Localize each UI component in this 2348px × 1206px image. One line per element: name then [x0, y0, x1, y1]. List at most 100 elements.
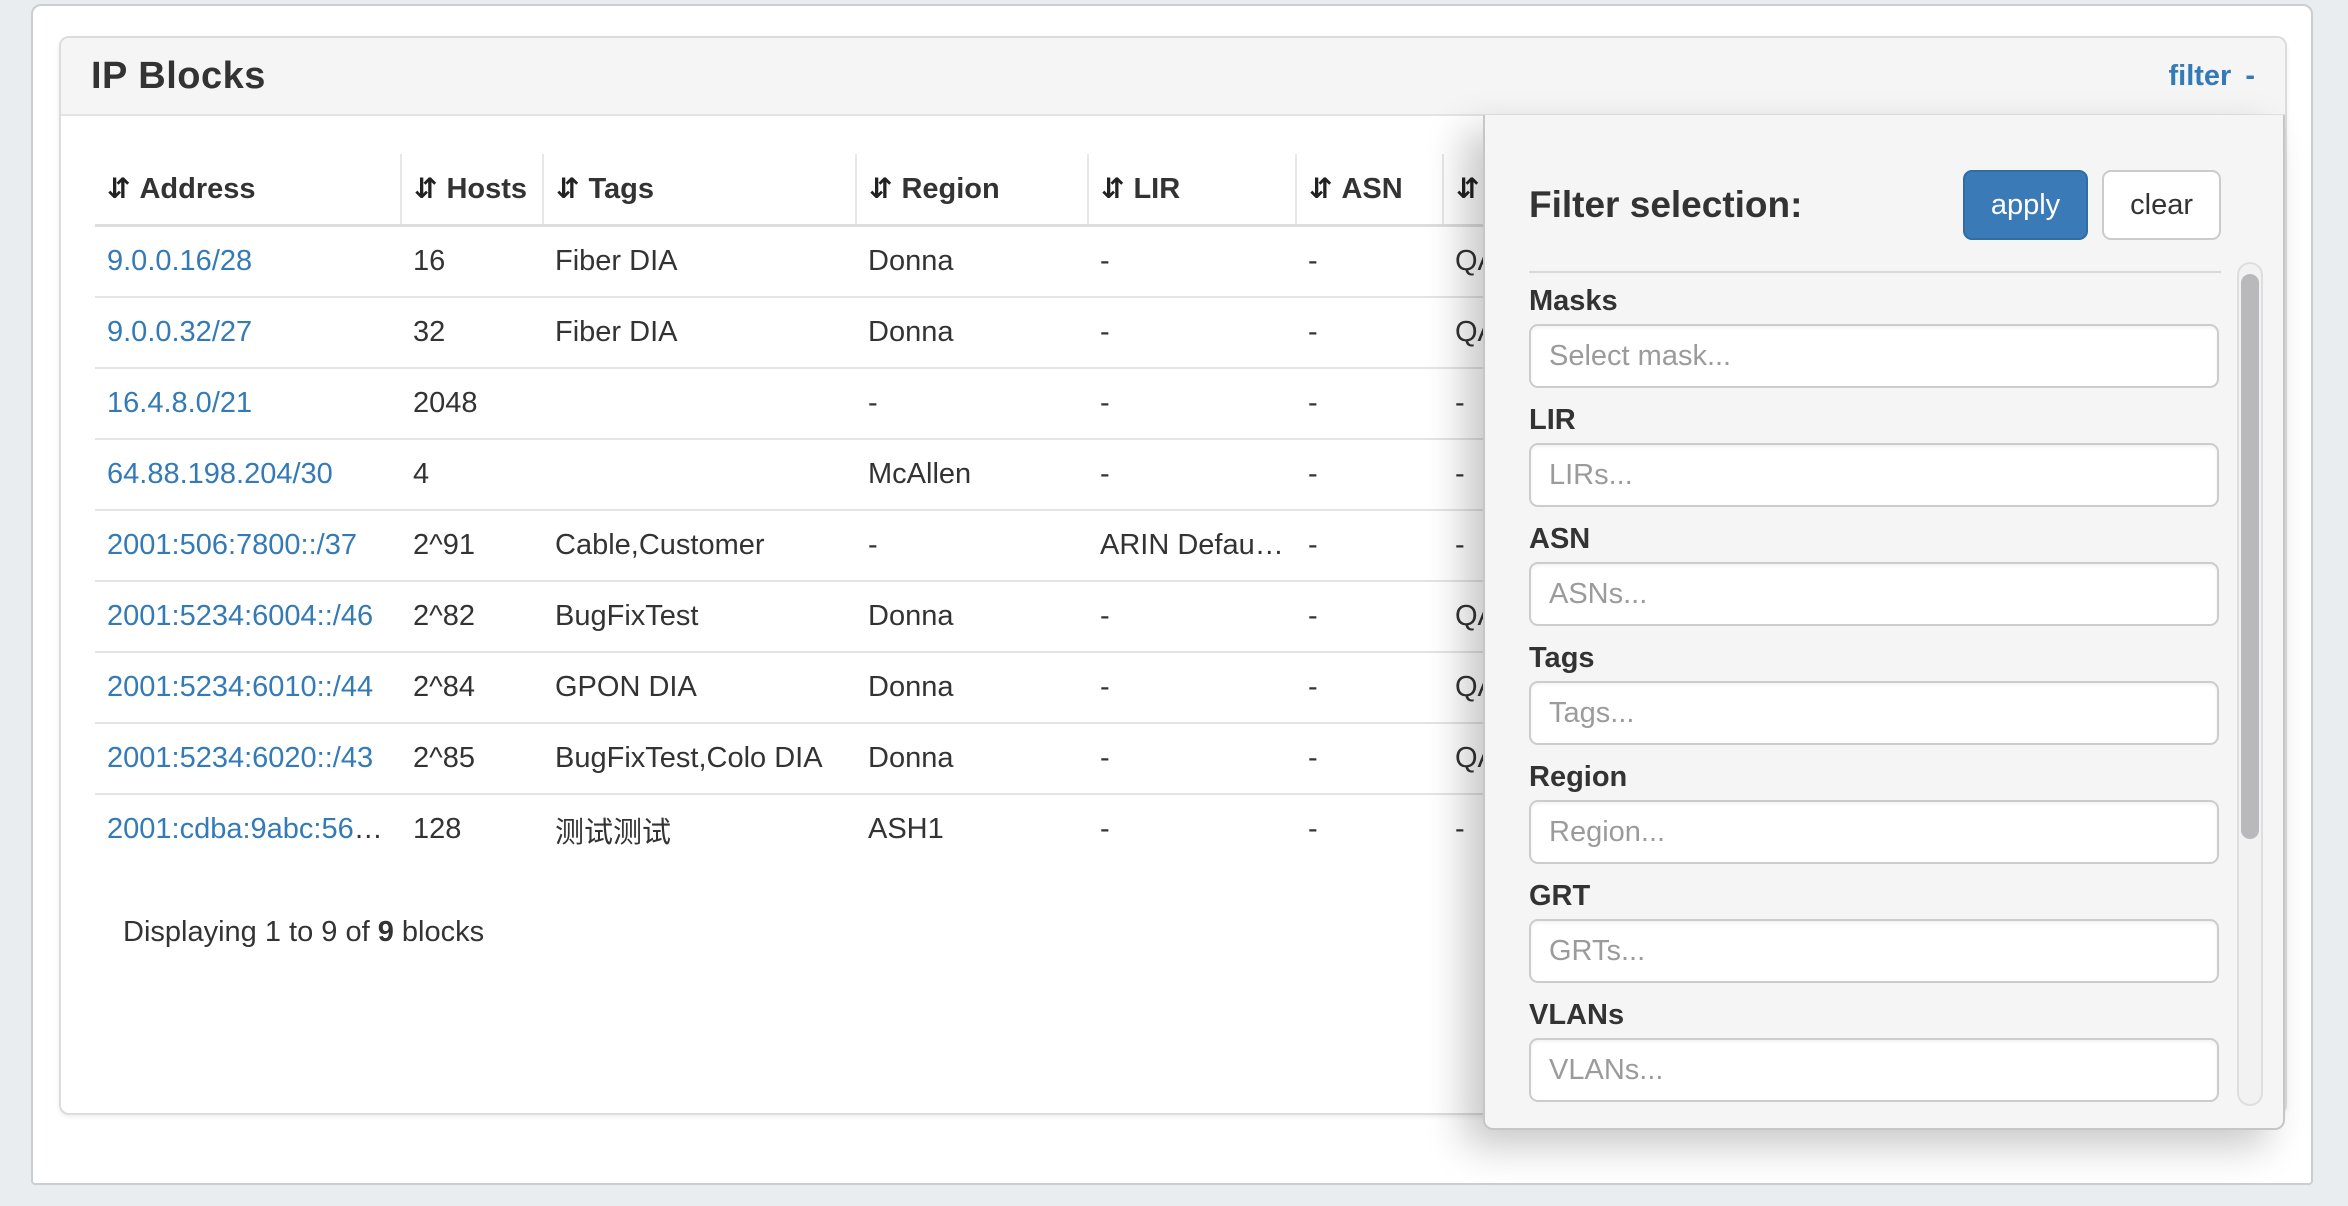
- cell-address: 2001:5234:6010::/44: [95, 652, 401, 723]
- cell-hosts: 2048: [401, 368, 543, 439]
- cell-region: Donna: [856, 581, 1088, 652]
- cell-tags: GPON DIA: [543, 652, 856, 723]
- asn-label: ASN: [1529, 519, 2219, 559]
- cell-tags: Fiber DIA: [543, 226, 856, 298]
- cell-address: 16.4.8.0/21: [95, 368, 401, 439]
- total-count: 9: [378, 916, 394, 948]
- column-header-hosts[interactable]: ⇵Hosts: [401, 154, 543, 226]
- panel-scrollbar-thumb[interactable]: [2241, 274, 2259, 839]
- cell-tags: [543, 439, 856, 510]
- cell-lir: -: [1088, 652, 1296, 723]
- tags-input[interactable]: [1529, 681, 2219, 745]
- address-link[interactable]: 9.0.0.32/27: [107, 316, 252, 348]
- cell-tags: [543, 368, 856, 439]
- cell-asn: -: [1296, 652, 1443, 723]
- cell-address: 9.0.0.16/28: [95, 226, 401, 298]
- filter-fields: Masks LIR ASN Tags Region GRT VLANs: [1529, 281, 2219, 1114]
- filter-group-lir: LIR: [1529, 400, 2219, 507]
- grt-input[interactable]: [1529, 919, 2219, 983]
- filter-group-asn: ASN: [1529, 519, 2219, 626]
- sort-icon: ⇵: [1456, 173, 1479, 204]
- cell-tags: 测试测试: [543, 794, 856, 864]
- cell-hosts: 2^84: [401, 652, 543, 723]
- filter-toggle-label[interactable]: filter: [2168, 60, 2231, 93]
- apply-button[interactable]: apply: [1963, 170, 2088, 240]
- vlans-input[interactable]: [1529, 1038, 2219, 1102]
- panel-scrollbar-track[interactable]: [2237, 262, 2263, 1106]
- cell-asn: -: [1296, 439, 1443, 510]
- address-link[interactable]: 2001:506:7800::/37: [107, 529, 357, 561]
- card-header: IP Blocks filter -: [61, 38, 2285, 116]
- cell-tags: BugFixTest: [543, 581, 856, 652]
- cell-hosts: 2^85: [401, 723, 543, 794]
- cell-address: 2001:5234:6020::/43: [95, 723, 401, 794]
- cell-region: Donna: [856, 226, 1088, 298]
- address-link[interactable]: 2001:5234:6010::/44: [107, 671, 373, 703]
- cell-hosts: 2^82: [401, 581, 543, 652]
- filter-group-region: Region: [1529, 757, 2219, 864]
- filter-panel: Filter selection: applyclear Masks LIR A…: [1483, 115, 2285, 1130]
- lir-label: LIR: [1529, 400, 2219, 440]
- pagination-summary: Displaying 1 to 9 of 9 blocks: [123, 916, 484, 949]
- cell-tags: Cable,Customer: [543, 510, 856, 581]
- cell-asn: -: [1296, 368, 1443, 439]
- page-title: IP Blocks: [91, 55, 266, 98]
- column-header-tags[interactable]: ⇵Tags: [543, 154, 856, 226]
- filter-group-vlans: VLANs: [1529, 995, 2219, 1102]
- address-link[interactable]: 64.88.198.204/30: [107, 458, 333, 490]
- collapse-indicator-icon: -: [2245, 60, 2255, 93]
- cell-region: Donna: [856, 652, 1088, 723]
- filter-group-grt: GRT: [1529, 876, 2219, 983]
- vlans-label: VLANs: [1529, 995, 2219, 1035]
- column-header-address[interactable]: ⇵Address: [95, 154, 401, 226]
- filter-panel-title: Filter selection:: [1529, 184, 1802, 226]
- masks-label: Masks: [1529, 281, 2219, 321]
- cell-asn: -: [1296, 297, 1443, 368]
- column-header-asn[interactable]: ⇵ASN: [1296, 154, 1443, 226]
- masks-input[interactable]: [1529, 324, 2219, 388]
- cell-region: Donna: [856, 723, 1088, 794]
- cell-address: 64.88.198.204/30: [95, 439, 401, 510]
- sort-icon: ⇵: [1309, 173, 1332, 204]
- cell-asn: -: [1296, 581, 1443, 652]
- cell-hosts: 4: [401, 439, 543, 510]
- cell-region: -: [856, 510, 1088, 581]
- cell-address: 9.0.0.32/27: [95, 297, 401, 368]
- filter-toggle-link[interactable]: filter -: [2168, 60, 2255, 93]
- cell-lir: -: [1088, 226, 1296, 298]
- region-input[interactable]: [1529, 800, 2219, 864]
- filter-panel-actions: applyclear: [1963, 170, 2221, 240]
- lir-input[interactable]: [1529, 443, 2219, 507]
- sort-icon: ⇵: [107, 173, 130, 204]
- cell-lir: -: [1088, 297, 1296, 368]
- clear-button[interactable]: clear: [2102, 170, 2221, 240]
- cell-hosts: 2^91: [401, 510, 543, 581]
- region-label: Region: [1529, 757, 2219, 797]
- address-link[interactable]: 2001:cdba:9abc:5678::...: [107, 813, 401, 845]
- address-link[interactable]: 2001:5234:6004::/46: [107, 600, 373, 632]
- divider: [1529, 271, 2221, 273]
- cell-lir: -: [1088, 723, 1296, 794]
- filter-group-tags: Tags: [1529, 638, 2219, 745]
- address-link[interactable]: 2001:5234:6020::/43: [107, 742, 373, 774]
- cell-asn: -: [1296, 510, 1443, 581]
- address-link[interactable]: 16.4.8.0/21: [107, 387, 252, 419]
- cell-tags: Fiber DIA: [543, 297, 856, 368]
- sort-icon: ⇵: [414, 173, 437, 204]
- sort-icon: ⇵: [556, 173, 579, 204]
- cell-hosts: 16: [401, 226, 543, 298]
- column-header-region[interactable]: ⇵Region: [856, 154, 1088, 226]
- sort-icon: ⇵: [869, 173, 892, 204]
- cell-hosts: 32: [401, 297, 543, 368]
- address-link[interactable]: 9.0.0.16/28: [107, 245, 252, 277]
- cell-lir: -: [1088, 368, 1296, 439]
- cell-address: 2001:5234:6004::/46: [95, 581, 401, 652]
- cell-address: 2001:cdba:9abc:5678::...: [95, 794, 401, 864]
- cell-asn: -: [1296, 723, 1443, 794]
- filter-group-masks: Masks: [1529, 281, 2219, 388]
- cell-region: ASH1: [856, 794, 1088, 864]
- asn-input[interactable]: [1529, 562, 2219, 626]
- cell-lir: -: [1088, 439, 1296, 510]
- cell-region: Donna: [856, 297, 1088, 368]
- column-header-lir[interactable]: ⇵LIR: [1088, 154, 1296, 226]
